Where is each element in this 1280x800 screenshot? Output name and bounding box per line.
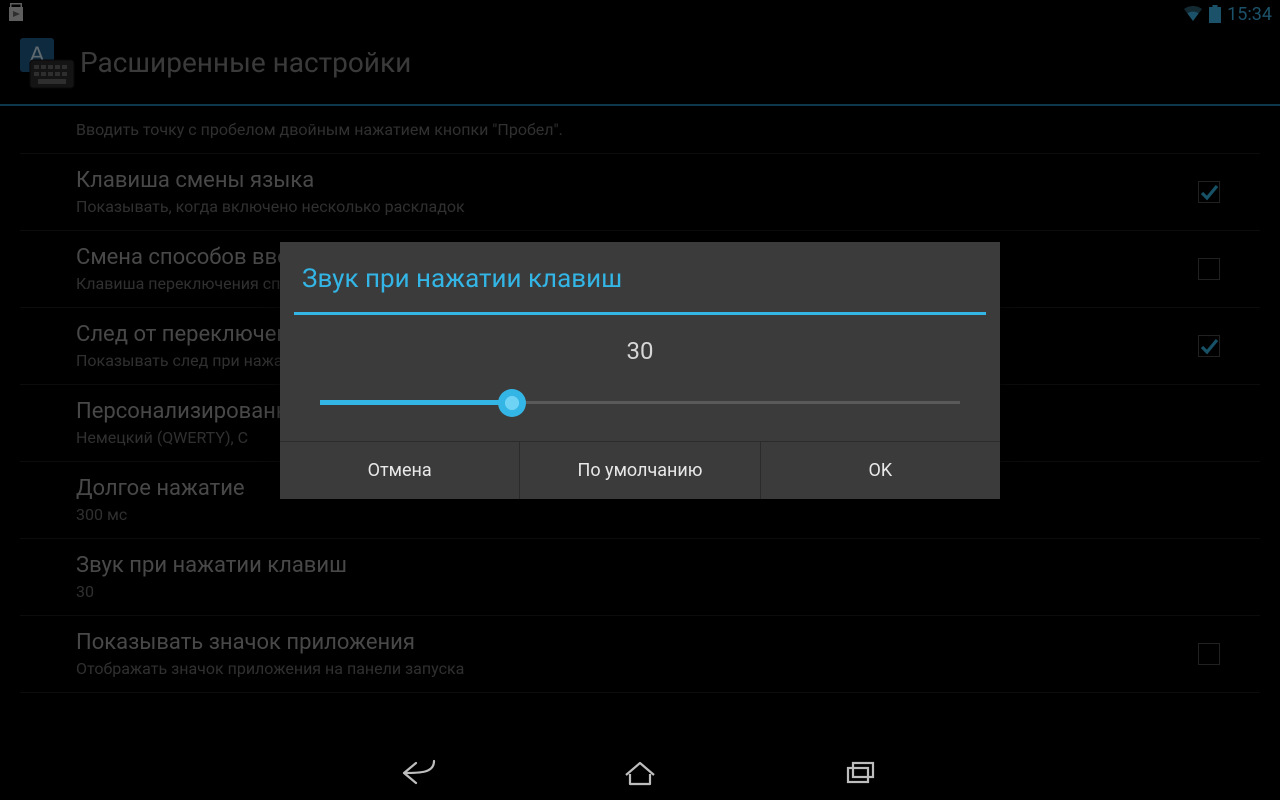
dialog-button-row: Отмена По умолчанию OK	[280, 441, 1000, 499]
cancel-button[interactable]: Отмена	[280, 442, 520, 499]
dialog-title: Звук при нажатии клавиш	[280, 242, 1000, 312]
keypress-sound-dialog: Звук при нажатии клавиш 30 Отмена По умо…	[280, 242, 1000, 499]
volume-slider[interactable]	[320, 379, 960, 431]
slider-fill	[320, 400, 512, 405]
dialog-value: 30	[280, 315, 1000, 373]
default-button[interactable]: По умолчанию	[520, 442, 760, 499]
ok-button[interactable]: OK	[761, 442, 1000, 499]
recents-button[interactable]	[830, 753, 890, 793]
home-button[interactable]	[610, 753, 670, 793]
nav-bar	[0, 746, 1280, 800]
back-button[interactable]	[390, 753, 450, 793]
slider-thumb[interactable]	[498, 389, 526, 417]
